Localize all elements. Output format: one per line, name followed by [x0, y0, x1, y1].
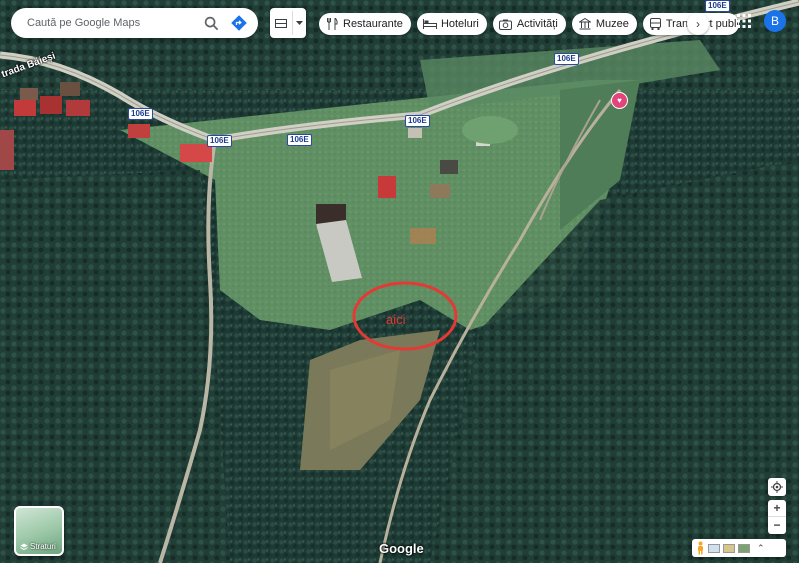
directions-icon[interactable]: [228, 12, 250, 34]
camera-icon: [499, 17, 513, 31]
chip-museums[interactable]: Muzee: [571, 13, 637, 35]
bottom-controls: ⌃: [692, 539, 786, 557]
satellite-map[interactable]: [0, 0, 799, 563]
road-shield: 106E: [705, 0, 730, 12]
chip-label: Restaurante: [343, 18, 403, 30]
chip-activities[interactable]: Activități: [492, 13, 566, 35]
pegman-icon[interactable]: [696, 541, 705, 555]
road-shield: 106E: [554, 53, 579, 65]
road-shield: 106E: [207, 135, 232, 147]
road-shield: 106E: [287, 134, 312, 146]
bus-icon: [649, 17, 662, 31]
target-icon: [771, 481, 783, 493]
search-icon[interactable]: [200, 12, 222, 34]
my-location-button[interactable]: [768, 478, 786, 496]
chevron-right-icon[interactable]: ›: [687, 13, 709, 35]
avatar[interactable]: B: [764, 10, 786, 32]
layer-type-toggle[interactable]: [270, 8, 306, 38]
layers-label: Straturi: [20, 542, 56, 551]
chip-label: Activități: [516, 18, 558, 30]
imagery-thumb-icon[interactable]: [738, 543, 750, 553]
fork-knife-icon: [325, 17, 339, 31]
chip-hotels[interactable]: Hoteluri: [416, 13, 487, 35]
search-input[interactable]: Caută pe Google Maps: [27, 17, 200, 29]
museum-icon: [578, 17, 592, 31]
zoom-out-button[interactable]: −: [768, 517, 786, 533]
chip-label: Hoteluri: [440, 18, 479, 30]
imagery-thumb-icon[interactable]: [708, 543, 720, 553]
zoom-in-button[interactable]: +: [768, 500, 786, 516]
search-box[interactable]: Caută pe Google Maps: [11, 8, 258, 38]
bed-icon: [422, 17, 437, 31]
chip-label: Muzee: [595, 18, 629, 30]
apps-grid-icon[interactable]: [736, 13, 752, 29]
google-logo: Google: [379, 541, 424, 556]
chip-restaurants[interactable]: Restaurante: [319, 13, 411, 35]
chevron-up-icon[interactable]: ⌃: [757, 543, 765, 554]
layers-icon: [20, 543, 28, 550]
imagery-thumb-icon[interactable]: [723, 543, 735, 553]
heart-poi-icon[interactable]: ♥: [611, 92, 628, 109]
category-chips: Restaurante Hoteluri Activități Muzee Tr…: [319, 13, 739, 35]
layers-button[interactable]: Straturi: [14, 506, 64, 556]
chevron-down-icon[interactable]: [293, 20, 306, 26]
zoom-control: + −: [768, 500, 786, 534]
map-type-icon[interactable]: [270, 18, 292, 28]
road-shield: 106E: [405, 115, 430, 127]
road-shield: 106E: [128, 108, 153, 120]
annotation-label: aici: [386, 312, 406, 327]
